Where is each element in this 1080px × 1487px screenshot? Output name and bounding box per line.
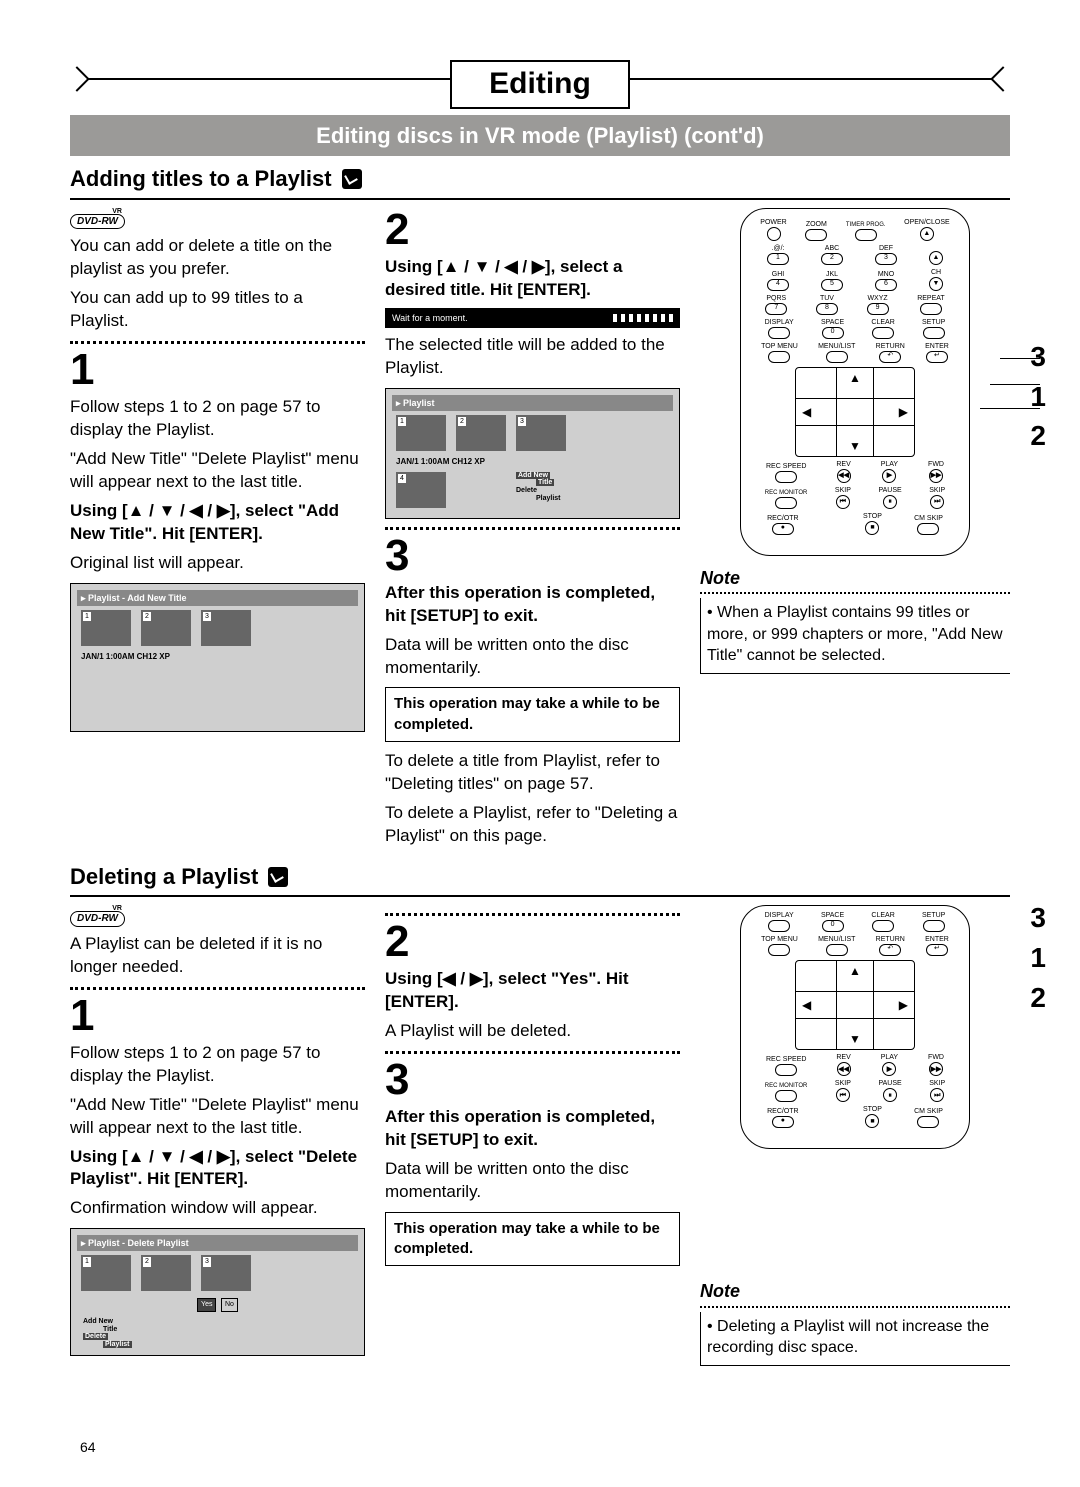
step-number-2: 2	[385, 208, 680, 252]
screen-add-new-title: ▸ Playlist - Add New Title 1 2 3 JAN/1 1…	[70, 583, 365, 732]
step3-instruction: After this operation is completed, hit […	[385, 582, 680, 628]
s2-step-number-3: 3	[385, 1058, 680, 1102]
remote-callouts: 3 1 2	[1030, 338, 1046, 455]
step3-p1: Data will be written onto the disc momen…	[385, 634, 680, 680]
section1-col2: 2 Using [▲ / ▼ / ◀ / ▶], select a desire…	[385, 208, 680, 854]
vr-badge-icon	[268, 867, 288, 887]
s2-note-body: • Deleting a Playlist will not increase …	[700, 1312, 1010, 1366]
note-body: • When a Playlist contains 99 titles or …	[700, 598, 1010, 674]
step2-instruction: Using [▲ / ▼ / ◀ / ▶], select a desired …	[385, 256, 680, 302]
section2-title-text: Deleting a Playlist	[70, 862, 258, 892]
note-heading: Note	[700, 566, 1010, 590]
s2-step1-p2: "Add New Title" "Delete Playlist" menu w…	[70, 1094, 365, 1140]
step2-p1: The selected title will be added to the …	[385, 334, 680, 380]
s2-step-number-2: 2	[385, 920, 680, 964]
step1-p1: Follow steps 1 to 2 on page 57 to displa…	[70, 396, 365, 442]
page-number: 64	[80, 1438, 96, 1457]
s2-step-number-1: 1	[70, 994, 365, 1038]
s2-step1-instruction: Using [▲ / ▼ / ◀ / ▶], select "Delete Pl…	[70, 1146, 365, 1192]
section1-col1: DVD-RW You can add or delete a title on …	[70, 208, 365, 854]
header-title: Editing	[450, 60, 630, 109]
dvd-rw-badge: DVD-RW	[70, 911, 125, 927]
warning-box: This operation may take a while to be co…	[385, 687, 680, 742]
dpad-2: ▲▼◀▶	[795, 960, 915, 1050]
section2-col1: DVD-RW A Playlist can be deleted if it i…	[70, 905, 365, 1385]
step1-p3: Original list will appear.	[70, 552, 365, 575]
vr-badge-icon	[342, 169, 362, 189]
intro-text-2: You can add up to 99 titles to a Playlis…	[70, 287, 365, 333]
dpad: ▲▼◀▶	[795, 367, 915, 457]
s2-step1-p3: Confirmation window will appear.	[70, 1197, 365, 1220]
remote-diagram: POWERZOOMTIMER PROG.OPEN/CLOSE▲ .@/:1ABC…	[740, 208, 970, 556]
section-title-text: Adding titles to a Playlist	[70, 164, 332, 194]
remote-callouts-2: 3 1 2	[1030, 899, 1046, 1016]
step1-instruction: Using [▲ / ▼ / ◀ / ▶], select "Add New T…	[70, 500, 365, 546]
screen-delete-playlist: ▸ Playlist - Delete Playlist 1 2 3 Yes N…	[70, 1228, 365, 1355]
s2-step2-instruction: Using [◀ / ▶], select "Yes". Hit [ENTER]…	[385, 968, 680, 1014]
s2-step3-instruction: After this operation is completed, hit […	[385, 1106, 680, 1152]
dvd-rw-badge: DVD-RW	[70, 214, 125, 230]
step3-p3: To delete a Playlist, refer to "Deleting…	[385, 802, 680, 848]
header-subtitle: Editing discs in VR mode (Playlist) (con…	[70, 115, 1010, 157]
s2-step2-p1: A Playlist will be deleted.	[385, 1020, 680, 1043]
section1-col3: POWERZOOMTIMER PROG.OPEN/CLOSE▲ .@/:1ABC…	[700, 208, 1010, 854]
remote-diagram-2: DISPLAYSPACE0CLEARSETUP TOP MENUMENU/LIS…	[740, 905, 970, 1149]
section2-col3: DISPLAYSPACE0CLEARSETUP TOP MENUMENU/LIS…	[700, 905, 1010, 1385]
s2-note-heading: Note	[700, 1279, 1010, 1303]
step1-p2: "Add New Title" "Delete Playlist" menu w…	[70, 448, 365, 494]
page-header: Editing	[70, 60, 1010, 109]
wait-indicator: Wait for a moment.	[385, 308, 680, 328]
step-number-3: 3	[385, 534, 680, 578]
s2-step1-p1: Follow steps 1 to 2 on page 57 to displa…	[70, 1042, 365, 1088]
section2-intro: A Playlist can be deleted if it is no lo…	[70, 933, 365, 979]
screen-playlist: ▸ Playlist 1 2 3 JAN/1 1:00AM CH12 XP 4 …	[385, 388, 680, 519]
intro-text: You can add or delete a title on the pla…	[70, 235, 365, 281]
step3-p2: To delete a title from Playlist, refer t…	[385, 750, 680, 796]
s2-step3-p1: Data will be written onto the disc momen…	[385, 1158, 680, 1204]
section-adding-titles: Adding titles to a Playlist	[70, 164, 1010, 200]
s2-warning-box: This operation may take a while to be co…	[385, 1212, 680, 1267]
section2-col2: 2 Using [◀ / ▶], select "Yes". Hit [ENTE…	[385, 905, 680, 1385]
step-number-1: 1	[70, 348, 365, 392]
section-deleting-playlist: Deleting a Playlist	[70, 862, 1010, 898]
